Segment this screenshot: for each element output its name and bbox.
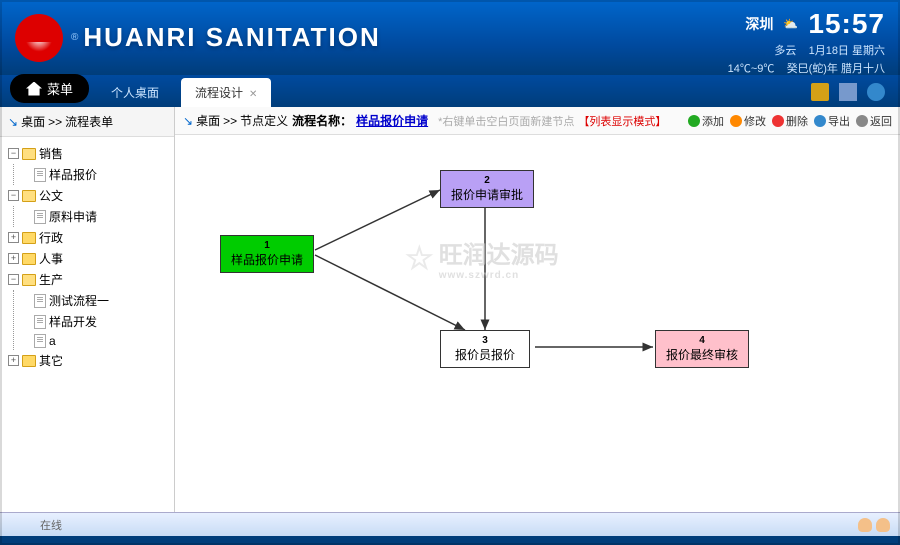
brand-name: HUANRI SANITATION xyxy=(83,22,380,53)
folder-icon xyxy=(22,148,36,160)
avatar xyxy=(858,518,872,532)
tree-folder-admin[interactable]: +行政 xyxy=(4,227,170,248)
edit-button[interactable]: 修改 xyxy=(730,113,766,129)
sidebar: ↘ 桌面 >> 流程表单 −销售 样品报价 −公文 原料申请 +行政 +人事 −… xyxy=(0,107,175,512)
doc-icon xyxy=(34,210,46,224)
display-mode[interactable]: 【列表显示模式】 xyxy=(578,113,666,129)
avatar xyxy=(876,518,890,532)
home-icon xyxy=(26,82,42,96)
doc-icon xyxy=(34,315,46,329)
close-icon[interactable]: ✕ xyxy=(249,89,257,100)
expand-icon[interactable]: + xyxy=(8,355,19,366)
registered-mark: ® xyxy=(71,32,78,43)
collapse-icon[interactable]: − xyxy=(8,274,19,285)
flow-node-2[interactable]: 2报价申请审批 xyxy=(440,170,534,208)
back-icon xyxy=(856,115,868,127)
sidebar-breadcrumb: ↘ 桌面 >> 流程表单 xyxy=(0,107,174,137)
export-button[interactable]: 导出 xyxy=(814,113,850,129)
expand-icon[interactable]: + xyxy=(8,253,19,264)
header: ® HUANRI SANITATION 深圳 ⛅ 15:57 多云 1月18日 … xyxy=(0,0,900,75)
breadcrumb: ↘ 桌面 >> 节点定义 xyxy=(183,112,288,129)
tab-flowdesign[interactable]: 流程设计✕ xyxy=(181,78,271,107)
user-avatars[interactable] xyxy=(858,518,890,532)
tree-doc[interactable]: 原料申请 xyxy=(20,206,170,227)
weather-temp: 14℃~9℃ xyxy=(728,63,775,75)
weather-date: 1月18日 星期六 xyxy=(809,45,885,57)
tree-folder-sales[interactable]: −销售 xyxy=(4,143,170,164)
tree-doc[interactable]: a xyxy=(20,332,170,350)
gift-icon[interactable] xyxy=(811,83,829,101)
weather-lunar: 癸巳(蛇)年 腊月十八 xyxy=(787,63,885,75)
status-text: 在线 xyxy=(40,517,62,533)
arrow-icon: ↘ xyxy=(8,115,18,129)
flow-node-4[interactable]: 4报价最终审核 xyxy=(655,330,749,368)
tree-doc[interactable]: 测试流程一 xyxy=(20,290,170,311)
statusbar: 在线 xyxy=(0,512,900,536)
watermark: ☆ 旺润达源码www.szwrd.cn xyxy=(405,235,559,281)
add-icon xyxy=(688,115,700,127)
edit-icon xyxy=(730,115,742,127)
main: ↘ 桌面 >> 节点定义 流程名称： 样品报价申请 *右键单击空白页面新建节点 … xyxy=(175,107,900,512)
tree-folder-docs[interactable]: −公文 xyxy=(4,185,170,206)
back-button[interactable]: 返回 xyxy=(856,113,892,129)
tree-folder-hr[interactable]: +人事 xyxy=(4,248,170,269)
folder-icon xyxy=(22,190,36,202)
arrow-icon: ↘ xyxy=(183,114,193,128)
hint-text: *右键单击空白页面新建节点 xyxy=(438,113,574,129)
process-name-label: 流程名称： xyxy=(292,112,352,129)
process-name-value[interactable]: 样品报价申请 xyxy=(356,112,428,129)
tabbar: 菜单 个人桌面 流程设计✕ xyxy=(0,75,900,107)
star-icon: ☆ xyxy=(405,239,434,277)
content: ↘ 桌面 >> 流程表单 −销售 样品报价 −公文 原料申请 +行政 +人事 −… xyxy=(0,107,900,512)
flow-node-3[interactable]: 3报价员报价 xyxy=(440,330,530,368)
menu-button[interactable]: 菜单 xyxy=(10,74,89,103)
doc-icon xyxy=(34,294,46,308)
key-icon[interactable] xyxy=(839,83,857,101)
weather-icon: ⛅ xyxy=(783,17,798,31)
tree-doc[interactable]: 样品报价 xyxy=(20,164,170,185)
main-toolbar: ↘ 桌面 >> 节点定义 流程名称： 样品报价申请 *右键单击空白页面新建节点 … xyxy=(175,107,900,135)
refresh-icon[interactable] xyxy=(867,83,885,101)
add-button[interactable]: 添加 xyxy=(688,113,724,129)
tree-folder-other[interactable]: +其它 xyxy=(4,350,170,371)
tree: −销售 样品报价 −公文 原料申请 +行政 +人事 −生产 测试流程一 样品开发… xyxy=(0,137,174,377)
delete-button[interactable]: 删除 xyxy=(772,113,808,129)
tree-folder-prod[interactable]: −生产 xyxy=(4,269,170,290)
tab-desktop[interactable]: 个人桌面 xyxy=(97,78,173,107)
logo xyxy=(15,14,63,62)
folder-icon xyxy=(22,232,36,244)
tree-doc[interactable]: 样品开发 xyxy=(20,311,170,332)
expand-icon[interactable]: + xyxy=(8,232,19,243)
weather-cond: 多云 xyxy=(774,45,796,57)
flow-canvas[interactable]: ☆ 旺润达源码www.szwrd.cn 1样品报价申请 2报价申请审批 3报价员… xyxy=(175,135,900,512)
folder-icon xyxy=(22,253,36,265)
flow-node-1[interactable]: 1样品报价申请 xyxy=(220,235,314,273)
flow-edges xyxy=(175,135,900,512)
delete-icon xyxy=(772,115,784,127)
folder-icon xyxy=(22,274,36,286)
clock-time: 15:57 xyxy=(808,8,885,40)
folder-icon xyxy=(22,355,36,367)
doc-icon xyxy=(34,168,46,182)
menu-label: 菜单 xyxy=(47,79,73,98)
collapse-icon[interactable]: − xyxy=(8,148,19,159)
weather-widget: 深圳 ⛅ 15:57 多云 1月18日 星期六 14℃~9℃ 癸巳(蛇)年 腊月… xyxy=(728,8,885,76)
weather-city: 深圳 xyxy=(745,14,773,34)
action-toolbar: 添加 修改 删除 导出 返回 xyxy=(688,113,892,129)
collapse-icon[interactable]: − xyxy=(8,190,19,201)
export-icon xyxy=(814,115,826,127)
doc-icon xyxy=(34,334,46,348)
